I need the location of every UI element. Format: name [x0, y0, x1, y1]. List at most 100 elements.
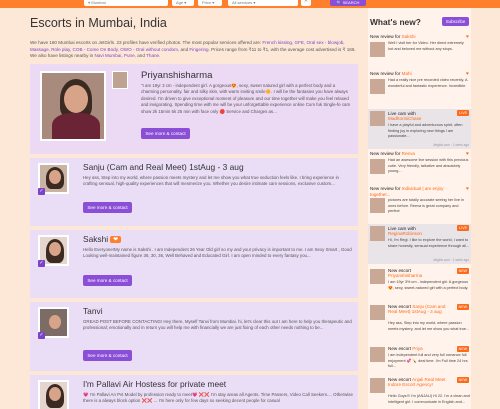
listing-name[interactable]: Sakshi	[83, 234, 108, 244]
thane-link[interactable]: Thane.	[146, 53, 160, 58]
feed-label: New review for	[370, 34, 401, 39]
age-select[interactable]: Age ▾	[172, 0, 194, 6]
location-input[interactable]: ⌖ Mumbai	[84, 0, 168, 6]
profile-photo[interactable]	[40, 71, 106, 141]
navi-mumbai-link[interactable]: Navi Mumbai,	[95, 53, 123, 58]
avatar[interactable]	[370, 111, 385, 126]
feed-text: Had a really nice pre recorded video rec…	[388, 78, 468, 88]
feed-item-new-escort[interactable]: New escort Anjali Real Meet Indore Escor…	[368, 376, 471, 409]
avatar[interactable]	[370, 42, 385, 57]
feed-item-title: New escort Anjali Real Meet Indore Escor…	[388, 377, 456, 388]
listing-name[interactable]: I'm Pallavi Air Hostess for private meet	[83, 379, 226, 389]
see-more-contact-button[interactable]: See more & contact	[83, 350, 132, 361]
feed-who-link[interactable]: MadhoriniChase	[388, 116, 421, 121]
avatar[interactable]	[370, 198, 385, 213]
listing-card[interactable]: ✓ Tanvi GREAD POST BEFORE CONTACTING! He…	[30, 302, 358, 371]
listing-description: "I am 19yr 3 cm - independent girl. A go…	[141, 83, 351, 114]
feed-who-link[interactable]: Priyanshisharma	[388, 273, 422, 278]
listing-card[interactable]: ✓ Sanju (Cam and Real Meet) 1stAug - 3 a…	[30, 158, 358, 226]
feed-item-title: New review for Individual | am enjoy tog…	[370, 186, 460, 197]
verified-icon: ✓	[38, 332, 45, 339]
search-button[interactable]: 🔍 SEARCH	[330, 0, 366, 6]
avatar[interactable]	[370, 159, 385, 174]
feed-text: Well I visit her for Video. Her direct e…	[388, 41, 464, 51]
heart-icon: ♥	[466, 71, 469, 77]
feed-item-review[interactable]: New review for Sakshi ♥ Well I visit her…	[368, 34, 471, 70]
services-select[interactable]: All services ▾	[228, 0, 298, 6]
feed-label: New escort	[388, 346, 411, 351]
services-label: All services	[232, 0, 253, 5]
feed-who-link[interactable]: ReginaRobinson	[388, 231, 422, 236]
avatar[interactable]	[370, 226, 385, 241]
feed-who-link[interactable]: Mahi	[402, 71, 412, 76]
fingering-link[interactable]: Fingering.	[189, 47, 209, 52]
see-more-contact-button[interactable]: See more & contact	[83, 275, 132, 286]
heart-icon: ♥	[466, 34, 469, 40]
feed-label: New review for	[370, 71, 401, 76]
listing-card[interactable]: I'm Pallavi Air Hostess for private meet…	[30, 375, 358, 409]
intro-and-2: and	[137, 53, 145, 58]
feed-label: New review for	[370, 186, 401, 191]
main-content: Escorts in Mumbai, India We have 160 Mum…	[30, 8, 358, 409]
see-more-contact-button[interactable]: See more & contact	[83, 202, 132, 213]
new-badge: NEW	[456, 346, 469, 352]
feed-item-live[interactable]: Live cam with MadhoriniChase LIVE I have …	[368, 109, 471, 149]
heart-icon: ♥	[466, 186, 469, 192]
feed-who-link[interactable]: Sakshi	[402, 34, 416, 39]
feed-item-review[interactable]: New review for Reeva ♥ Had an awesome li…	[368, 151, 471, 181]
feed-text: I am 19yr 3% cm - independent girl. A go…	[388, 280, 469, 290]
listing-description: Hey ass, Step into my world, where passi…	[83, 175, 339, 187]
price-select[interactable]: Price ▾	[198, 0, 222, 6]
heart-icon: ❤	[110, 236, 122, 244]
feed-item-new-escort[interactable]: New escort Sanju (Cam and Real Meet) 1st…	[368, 303, 471, 343]
feed-text: Hi, I'm Regi. I like to explore the worl…	[388, 238, 470, 248]
feed-timestamp: Jetgirls.com · 1 week ago	[432, 258, 469, 262]
feed-label: New escort	[388, 377, 411, 382]
feed-item-new-escort[interactable]: New escort Priyanshisharma NEW I am 19yr …	[368, 267, 471, 301]
subscribe-button[interactable]: Subscribe	[442, 17, 469, 26]
clear-icon[interactable]: ✕	[301, 0, 311, 6]
sidebar-title: What's new?	[370, 17, 421, 27]
listing-card[interactable]: ✓ Sakshi ❤ Hello Everyone!My name is Saks…	[30, 230, 358, 298]
verified-icon: ✓	[38, 188, 45, 195]
intro-part-1: We have 160 Mumbai escorts on JetGirls. …	[30, 40, 262, 45]
listing-name[interactable]: Tanvi	[83, 306, 103, 316]
listing-name[interactable]: Sanju (Cam and Real Meet) 1stAug - 3 aug	[83, 162, 244, 172]
age-label: Age	[176, 0, 184, 5]
intro-and: and	[180, 46, 189, 52]
listing-card[interactable]: Priyanshisharma "I am 19yr 3 cm - indepe…	[30, 64, 358, 154]
listing-description: Hello Everyone!My name is Sakshi . I am …	[83, 247, 352, 259]
listing-name[interactable]: Priyanshisharma	[141, 70, 212, 81]
feed-item-title: New review for Mahi	[370, 71, 412, 76]
intro-text: We have 160 Mumbai escorts on JetGirls. …	[30, 40, 358, 62]
feed-timestamp: Jetgirls.com · 1 week ago	[432, 143, 469, 147]
pune-link[interactable]: Pune,	[124, 53, 136, 58]
feed-text: Had an awesome live session with this pr…	[388, 158, 469, 174]
avatar[interactable]	[370, 79, 385, 94]
feed-label: New escort	[388, 304, 411, 309]
avatar[interactable]	[370, 347, 385, 362]
listing-description: 💗 I'm Pallavi An Pvt Model by profession…	[83, 392, 353, 404]
avatar[interactable]	[370, 305, 385, 320]
price-label: Price	[202, 0, 212, 5]
feed-item-review[interactable]: New review for Individual | am enjoy tog…	[368, 186, 471, 222]
feed-who-link[interactable]: Reeva	[402, 151, 415, 156]
feed-item-review[interactable]: New review for Mahi ♥ Had a really nice …	[368, 71, 471, 107]
feed-item-title: New escort Priyanshisharma	[388, 268, 422, 278]
avatar[interactable]	[370, 269, 385, 284]
feed-item-title: New escort Sanju (Cam and Real Meet) 1st…	[388, 304, 456, 315]
feed-item-live[interactable]: Live cam with ReginaRobinson LIVE Hi, I'm…	[368, 224, 471, 264]
profile-thumbnail[interactable]	[112, 71, 128, 89]
feed-who-link[interactable]: Priya	[412, 346, 422, 351]
feed-text: pictures are totally accurate seeing her…	[388, 198, 464, 214]
feed-item-title: New escort Priya	[388, 346, 423, 351]
avatar[interactable]	[370, 378, 385, 393]
top-search-bar: ⌖ Mumbai Age ▾ Price ▾ All services ▾ ✕ …	[0, 0, 500, 8]
feed-item-title: New review for Sakshi	[370, 34, 415, 39]
see-more-contact-button[interactable]: See more & contact	[141, 128, 190, 139]
search-button-label: SEARCH	[342, 0, 360, 5]
feed-text: I am independent full and very full roma…	[388, 353, 468, 369]
feed-item-new-escort[interactable]: New escort Priya NEW I am independent fu…	[368, 345, 471, 375]
listing-name-row[interactable]: Sakshi ❤	[83, 234, 122, 244]
profile-photo[interactable]	[38, 380, 69, 409]
